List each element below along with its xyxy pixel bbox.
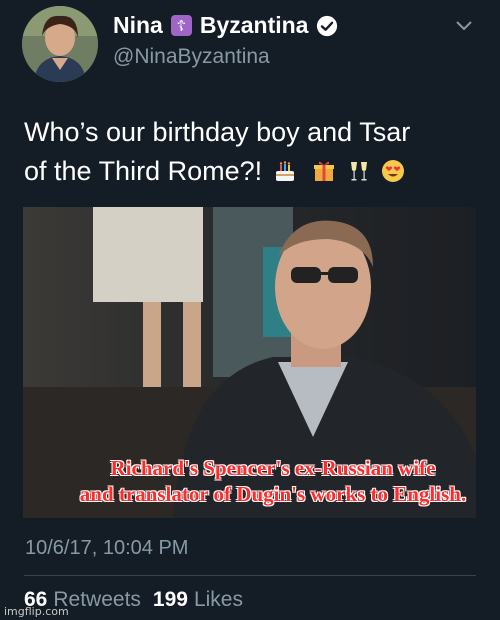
clinking-glasses-icon — [350, 162, 367, 181]
divider — [24, 575, 476, 576]
tweet-text-line-1: Who’s our birthday boy and Tsar — [24, 117, 411, 147]
verified-badge-icon — [317, 15, 338, 36]
heart-eyes-icon — [382, 160, 405, 182]
name-row[interactable]: Nina ☦ Byzantina — [113, 12, 338, 39]
chevron-down-icon[interactable] — [455, 20, 473, 32]
tweet-text-line-2-text: of the Third Rome?! — [24, 156, 263, 186]
user-handle[interactable]: @NinaByzantina — [113, 45, 270, 69]
tweet-text-line-2: of the Third Rome?! — [24, 152, 484, 191]
photo-caption-line-2: and translator of Dugin's works to Engli… — [79, 482, 467, 506]
tweet-timestamp[interactable]: 10/6/17, 10:04 PM — [25, 537, 188, 560]
imgflip-watermark: imgflip.com — [4, 605, 69, 618]
photo-caption-line-1: Richard's Spencer's ex-Russian wife — [110, 456, 436, 480]
birthday-cake-icon — [275, 161, 294, 181]
likes-count[interactable]: 199 — [153, 588, 188, 612]
likes-label[interactable]: Likes — [194, 588, 243, 612]
tweet-photo[interactable]: Richard's Spencer's ex-Russian wife and … — [23, 207, 476, 518]
avatar-image — [22, 6, 98, 82]
display-name-last[interactable]: Byzantina — [200, 12, 309, 39]
tweet-text: Who’s our birthday boy and Tsar of the T… — [24, 113, 484, 191]
avatar[interactable] — [22, 6, 98, 82]
orthodox-cross-icon: ☦ — [170, 15, 192, 36]
wrapped-gift-icon — [314, 161, 335, 181]
display-name-first[interactable]: Nina — [113, 12, 163, 39]
tweet-card: Nina ☦ Byzantina @NinaByzantina Who’s ou… — [0, 0, 500, 620]
photo-caption: Richard's Spencer's ex-Russian wife and … — [23, 455, 476, 507]
